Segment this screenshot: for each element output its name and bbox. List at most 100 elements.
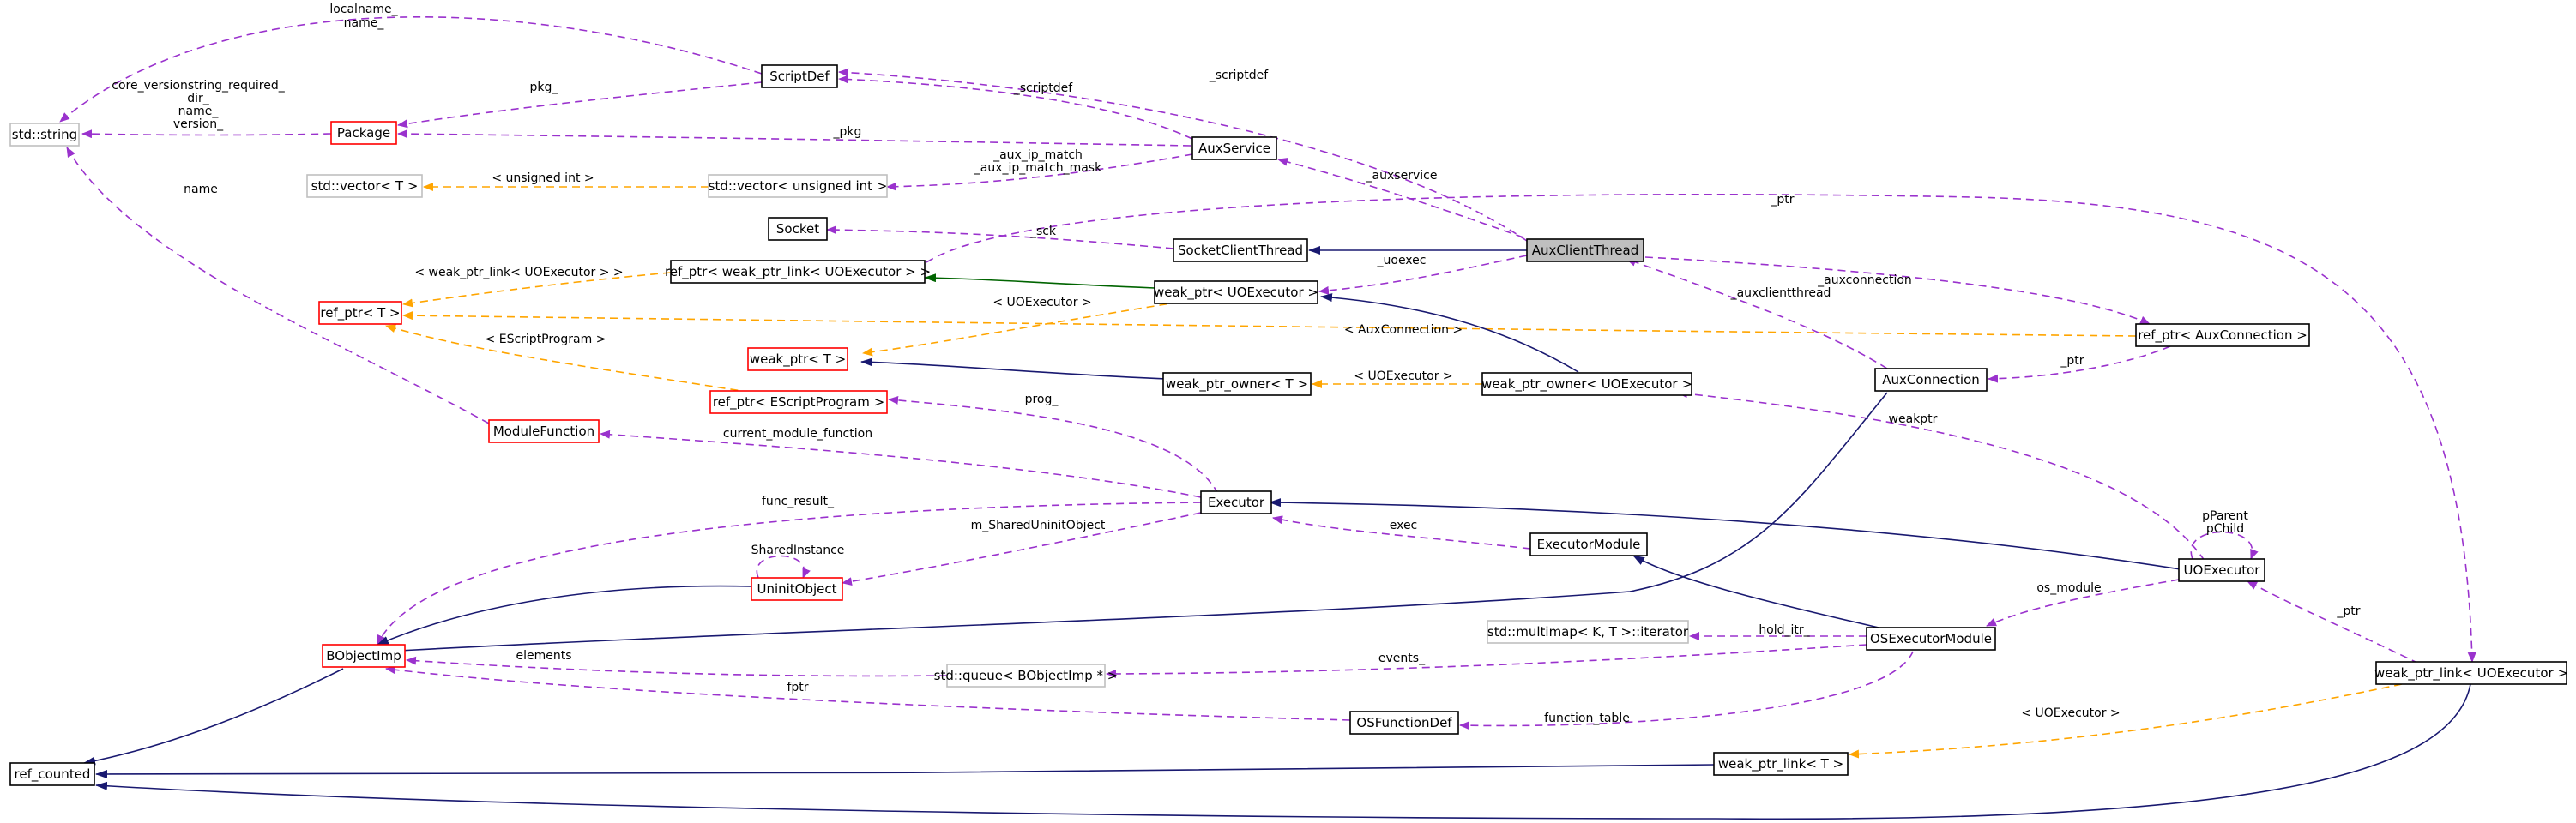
edge-weakptr-uoexec-inherits-refptr [924, 273, 1155, 289]
label-pparent: pParent [2202, 509, 2248, 523]
node-executormodule-label: ExecutorModule [1537, 537, 1641, 552]
edge-refptr-weakptrlink-to-weakptrlink [926, 193, 2476, 663]
node-std-vector-uint[interactable]: std::vector< unsigned int > [708, 174, 888, 198]
label-scriptdef-auxclient: _scriptdef [1209, 69, 1270, 82]
node-std-vector-uint-label: std::vector< unsigned int > [709, 178, 888, 194]
label-escript-tmpl: < EScriptProgram > [486, 333, 606, 346]
edge-executor-to-refptr-escript [888, 395, 1219, 495]
label-uoexecutor-tmpl-1: < UOExecutor > [992, 296, 1091, 309]
node-weakptr-uoexec[interactable]: weak_ptr< UOExecutor > [1154, 280, 1318, 304]
edge-weakptrowner-t-inherits-weakptr-t [860, 357, 1167, 380]
node-auxclientthread[interactable]: AuxClientThread [1526, 238, 1644, 262]
label-sharedinstance: SharedInstance [751, 544, 845, 557]
node-auxclientthread-label: AuxClientThread [1532, 243, 1639, 258]
label-uoexec: _uoexec [1377, 254, 1427, 267]
label-core-version: core_versionstring_required_ [112, 79, 285, 93]
node-std-vector-t-label: std::vector< T > [311, 178, 419, 194]
node-refptr-weakptrlink-label: ref_ptr< weak_ptr_link< UOExecutor > > [665, 264, 931, 280]
node-refcounted-label: ref_counted [15, 766, 91, 783]
label-func-result: func_result_ [762, 495, 835, 508]
node-package[interactable]: Package [330, 121, 397, 145]
node-weakptrlink-uoexec[interactable]: weak_ptr_link< UOExecutor > [2374, 661, 2568, 685]
edge-bobjectimp-inherits-refcounted [83, 668, 344, 766]
node-osfunctiondef[interactable]: OSFunctionDef [1349, 711, 1459, 735]
label-scriptdef-auxservice: _scriptdef [1013, 81, 1074, 95]
node-modulefunction-label: ModuleFunction [493, 424, 594, 439]
node-refptr-auxconnection-label: ref_ptr< AuxConnection > [2138, 327, 2308, 344]
label-version: version_ [173, 117, 224, 131]
label-fptr: fptr [787, 681, 808, 694]
node-weakptr-t[interactable]: weak_ptr< T > [747, 347, 848, 371]
edge-scriptdef-to-string [59, 16, 763, 123]
label-ptr-weakptrlink: _ptr [1770, 193, 1794, 207]
edge-package-to-string [81, 129, 332, 139]
label-unsigned-int: < unsigned int > [492, 171, 594, 185]
node-refptr-escriptprogram[interactable]: ref_ptr< EScriptProgram > [709, 390, 888, 414]
node-std-vector-t[interactable]: std::vector< T > [306, 174, 423, 198]
node-bobjectimp-label: BObjectImp [326, 648, 401, 664]
nodes: std::string Package ScriptDef std::vecto… [9, 64, 2568, 786]
node-scriptdef[interactable]: ScriptDef [761, 64, 838, 88]
node-weakptrowner-t[interactable]: weak_ptr_owner< T > [1162, 372, 1312, 396]
edge-weakptrlink-uoexec-to-weakptrlink-t [1849, 683, 2403, 759]
node-bobjectimp[interactable]: BObjectImp [322, 644, 406, 668]
edge-refptr-auxconn-to-refptr-t [402, 311, 2137, 337]
node-executor[interactable]: Executor [1200, 490, 1272, 514]
node-socketclientthread[interactable]: SocketClientThread [1173, 238, 1308, 262]
node-uninitobject-label: UninitObject [757, 581, 836, 597]
edge-auxconnection-inherits-bobjectimp [382, 392, 1888, 656]
label-pkg-underscore: pkg_ [530, 81, 559, 94]
edge-socketclientthread-to-socket [826, 225, 1174, 249]
edge-weakptrlink-t-inherits-refcounted [95, 764, 1715, 779]
edge-executor-to-modulefunction [600, 430, 1202, 498]
node-uninitobject[interactable]: UninitObject [751, 577, 843, 601]
node-auxconnection-label: AuxConnection [1882, 372, 1980, 387]
node-uoexecutor[interactable]: UOExecutor [2178, 558, 2265, 582]
label-events: events_ [1378, 652, 1426, 665]
label-pchild: pChild [2206, 522, 2244, 536]
label-uoexecutor-tmpl-2: < UOExecutor > [1354, 369, 1452, 383]
node-weakptrowner-t-label: weak_ptr_owner< T > [1166, 376, 1308, 393]
edge-osexecutormodule-inherits-executormodule [1632, 555, 1879, 628]
label-localname: localname_ [329, 3, 398, 16]
label-name-modulefunction: name [184, 183, 218, 196]
node-refptr-t[interactable]: ref_ptr< T > [318, 301, 402, 325]
edge-scriptdef-to-package [397, 81, 763, 129]
node-osfunctiondef-label: OSFunctionDef [1356, 715, 1452, 730]
label-name-scriptdef: name_ [344, 16, 385, 30]
node-queue-bobjectimp-label: std::queue< BObjectImp * > [934, 668, 1119, 683]
node-auxservice-label: AuxService [1198, 141, 1270, 156]
label-auxclientthread: _auxclientthread [1730, 286, 1831, 300]
edge-auxclientthread-to-scriptdef [838, 68, 1528, 242]
node-modulefunction[interactable]: ModuleFunction [488, 419, 600, 443]
label-function-table: function_table [1544, 712, 1630, 725]
label-uoexecutor-tmpl-3: < UOExecutor > [2021, 706, 2120, 720]
label-sck: _sck [1029, 225, 1057, 238]
node-multimap-iterator[interactable]: std::multimap< K, T >::iterator [1487, 620, 1689, 644]
edge-osexecutormodule-to-osfunctiondef [1459, 651, 1914, 730]
node-weakptrowner-uoexec[interactable]: weak_ptr_owner< UOExecutor > [1481, 372, 1692, 396]
node-refptr-auxconnection[interactable]: ref_ptr< AuxConnection > [2135, 323, 2310, 347]
node-osexecutormodule[interactable]: OSExecutorModule [1866, 627, 1996, 651]
node-refptr-weakptrlink[interactable]: ref_ptr< weak_ptr_link< UOExecutor > > [665, 260, 931, 284]
node-socket-label: Socket [776, 221, 819, 237]
node-auxservice[interactable]: AuxService [1191, 136, 1277, 160]
edge-uoexecutor-to-weakptrowner-uoexec [1677, 389, 2205, 562]
label-ptr-auxconnection: _ptr [2060, 354, 2084, 368]
edge-modulefunction-to-string [66, 147, 490, 424]
node-auxconnection[interactable]: AuxConnection [1874, 368, 1988, 392]
node-socketclientthread-label: SocketClientThread [1178, 243, 1303, 258]
node-socket[interactable]: Socket [768, 217, 828, 241]
node-multimap-iterator-label: std::multimap< K, T >::iterator [1487, 624, 1689, 640]
node-std-string[interactable]: std::string [9, 123, 80, 147]
edge-weakptrlink-uoexec-to-uoexecutor [2247, 580, 2420, 664]
edge-queue-to-bobjectimp [406, 656, 948, 677]
label-weakptr: weakptr [1889, 412, 1938, 426]
node-executormodule[interactable]: ExecutorModule [1529, 532, 1648, 556]
node-weakptrlink-t[interactable]: weak_ptr_link< T > [1713, 752, 1849, 776]
node-weakptrlink-uoexec-label: weak_ptr_link< UOExecutor > [2374, 665, 2568, 682]
node-refcounted[interactable]: ref_counted [9, 762, 95, 786]
node-std-string-label: std::string [12, 127, 77, 142]
node-queue-bobjectimp[interactable]: std::queue< BObjectImp * > [934, 664, 1119, 688]
edge-auxclientthread-to-refptr-auxconn [1644, 256, 2151, 325]
